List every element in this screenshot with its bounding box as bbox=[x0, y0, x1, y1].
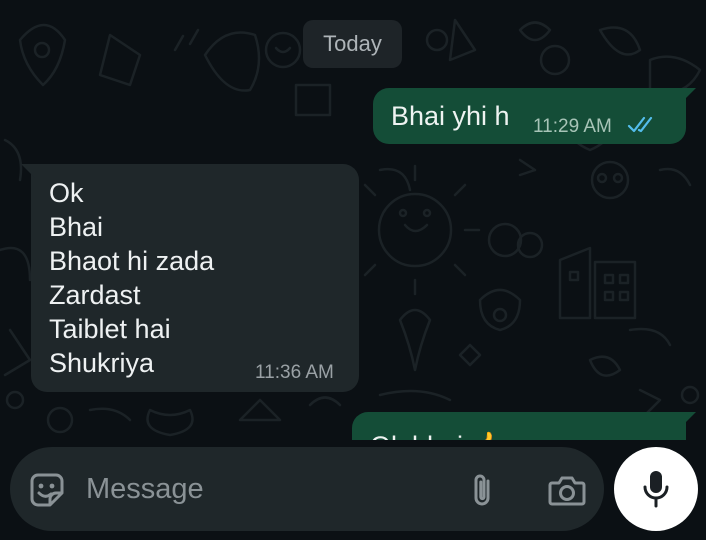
incoming-message[interactable]: Ok Bhai Bhaot hi zada Zardast Taiblet ha… bbox=[21, 164, 359, 392]
message-text: Bhai yhi h bbox=[391, 101, 510, 131]
message-line: Taiblet hai bbox=[49, 314, 171, 344]
message-line: Shukriya bbox=[49, 348, 155, 378]
camera-icon[interactable] bbox=[548, 473, 586, 507]
message-time: 11:36 AM bbox=[255, 362, 334, 383]
bubble-tail bbox=[682, 88, 696, 102]
message-input[interactable] bbox=[86, 465, 456, 513]
double-check-icon bbox=[627, 116, 653, 133]
outgoing-message[interactable]: Bhai yhi h 11:29 AM bbox=[373, 88, 696, 144]
message-line: Bhai bbox=[49, 212, 104, 242]
paperclip-icon[interactable] bbox=[468, 471, 498, 509]
message-line: Ok bbox=[49, 178, 84, 208]
message-text: Ok bhai 👍 bbox=[370, 430, 504, 440]
message-line: Zardast bbox=[49, 280, 141, 310]
microphone-icon bbox=[643, 471, 669, 508]
bubble-tail bbox=[21, 164, 35, 178]
outgoing-message[interactable]: Ok bhai 👍 bbox=[352, 412, 696, 440]
message-composer bbox=[10, 447, 604, 531]
date-chip: Today bbox=[303, 20, 402, 68]
sticker-icon[interactable] bbox=[28, 471, 66, 509]
date-label: Today bbox=[323, 31, 382, 56]
message-line: Bhaot hi zada bbox=[49, 246, 215, 276]
microphone-button[interactable] bbox=[614, 447, 698, 531]
chat-area[interactable]: Today Bhai yhi h 11:29 AM Ok Bhai Bhaot … bbox=[0, 0, 706, 440]
message-time: 11:29 AM bbox=[533, 116, 612, 137]
bubble-tail bbox=[682, 412, 696, 426]
